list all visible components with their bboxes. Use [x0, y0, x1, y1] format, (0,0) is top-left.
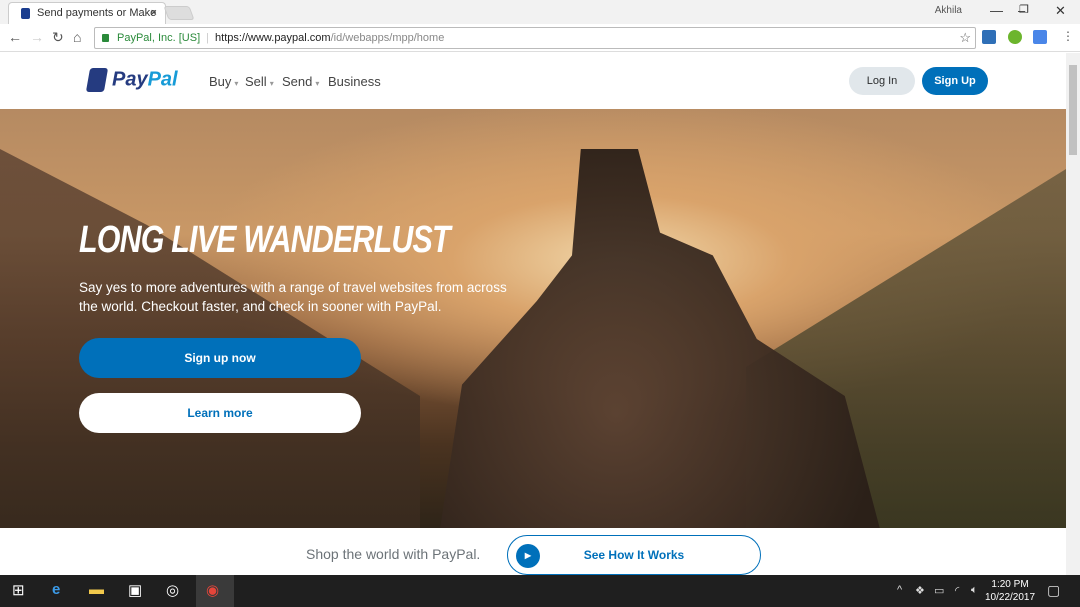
- taskbar: ⊞ e ▬ ▣ ◎ ◉ ^ ❖ ▭ ◜ 🔈︎ 1:20 PM 10/22/2017…: [0, 575, 1080, 607]
- file-explorer-icon[interactable]: ▬: [89, 581, 104, 598]
- back-icon[interactable]: ←: [8, 29, 22, 45]
- chrome-icon[interactable]: ◉: [196, 575, 234, 607]
- wifi-icon[interactable]: ◜: [955, 584, 959, 597]
- lock-icon: [102, 34, 109, 42]
- restore-icon[interactable]: ❐: [1019, 3, 1029, 16]
- start-windows-icon[interactable]: ⊞: [12, 581, 25, 599]
- paypal-favicon-icon: [21, 8, 30, 19]
- translate-icon[interactable]: [1033, 30, 1047, 44]
- url-host: https://www.paypal.com: [215, 32, 331, 44]
- url-path: /id/webapps/mpp/home: [330, 32, 445, 44]
- nav-buy[interactable]: Buy ▾: [209, 74, 238, 89]
- see-how-it-works-button[interactable]: ▶ See How It Works: [507, 535, 761, 575]
- page-scrollbar[interactable]: [1066, 53, 1080, 575]
- nav-sell[interactable]: Sell ▾: [245, 74, 274, 89]
- address-bar[interactable]: PayPal, Inc. [US] | https://www.paypal.com…: [94, 27, 976, 49]
- new-tab-button[interactable]: [163, 6, 195, 20]
- extension-s-icon[interactable]: [982, 30, 996, 44]
- signup-button[interactable]: Sign Up: [922, 67, 988, 95]
- scrollbar-thumb[interactable]: [1069, 65, 1077, 155]
- browser-toolbar: ← → ↻ ⌂ PayPal, Inc. [US] | https://www.pa…: [0, 24, 1080, 52]
- notifications-icon[interactable]: ▢: [1047, 582, 1060, 599]
- sign-up-now-button[interactable]: Sign up now: [79, 338, 361, 378]
- paypal-logo[interactable]: PayPal: [85, 68, 178, 92]
- app-icon[interactable]: ◎: [166, 581, 179, 599]
- browser-tab[interactable]: Send payments or Make ×: [8, 2, 166, 24]
- battery-icon[interactable]: ▭: [934, 584, 944, 597]
- dropbox-icon[interactable]: ❖: [915, 584, 925, 597]
- store-icon[interactable]: ▣: [128, 581, 142, 599]
- extension-download-icon[interactable]: [1008, 30, 1022, 44]
- promo-text: Shop the world with PayPal.: [306, 546, 481, 562]
- bookmark-star-icon[interactable]: ☆: [959, 30, 971, 46]
- home-icon[interactable]: ⌂: [73, 29, 81, 45]
- forward-icon[interactable]: →: [30, 29, 44, 45]
- nav-send[interactable]: Send ▾: [282, 74, 319, 89]
- edge-icon[interactable]: e: [52, 581, 60, 598]
- promo-strip: Shop the world with PayPal. ▶ See How It…: [0, 528, 1066, 575]
- site-header: PayPal Buy ▾ Sell ▾ Send ▾ Business Log In …: [0, 53, 1066, 109]
- close-window-icon[interactable]: ✕: [1055, 3, 1066, 19]
- menu-icon[interactable]: ⋮: [1062, 29, 1074, 43]
- reload-icon[interactable]: ↻: [52, 29, 64, 46]
- close-tab-icon[interactable]: ×: [151, 7, 157, 19]
- paypal-logo-icon: [85, 68, 109, 92]
- volume-icon[interactable]: 🔈︎: [971, 584, 978, 597]
- tab-strip: Send payments or Make × Akhila – — ❐ ✕: [0, 0, 1080, 24]
- profile-name[interactable]: Akhila: [935, 5, 962, 16]
- play-icon: ▶: [516, 544, 540, 568]
- show-hidden-icons[interactable]: ^: [897, 584, 902, 596]
- security-label: PayPal, Inc. [US]: [117, 32, 201, 44]
- login-button[interactable]: Log In: [849, 67, 915, 95]
- clock[interactable]: 1:20 PM 10/22/2017: [985, 578, 1035, 604]
- nav-business[interactable]: Business: [328, 74, 381, 89]
- tab-title: Send payments or Make: [37, 7, 157, 19]
- minimize-button[interactable]: —: [990, 3, 1003, 18]
- hero-title: LONG LIVE WANDERLUST: [79, 219, 451, 261]
- hero-banner: LONG LIVE WANDERLUST Say yes to more adv…: [0, 109, 1066, 528]
- learn-more-button[interactable]: Learn more: [79, 393, 361, 433]
- hero-subtitle: Say yes to more adventures with a range …: [79, 280, 507, 314]
